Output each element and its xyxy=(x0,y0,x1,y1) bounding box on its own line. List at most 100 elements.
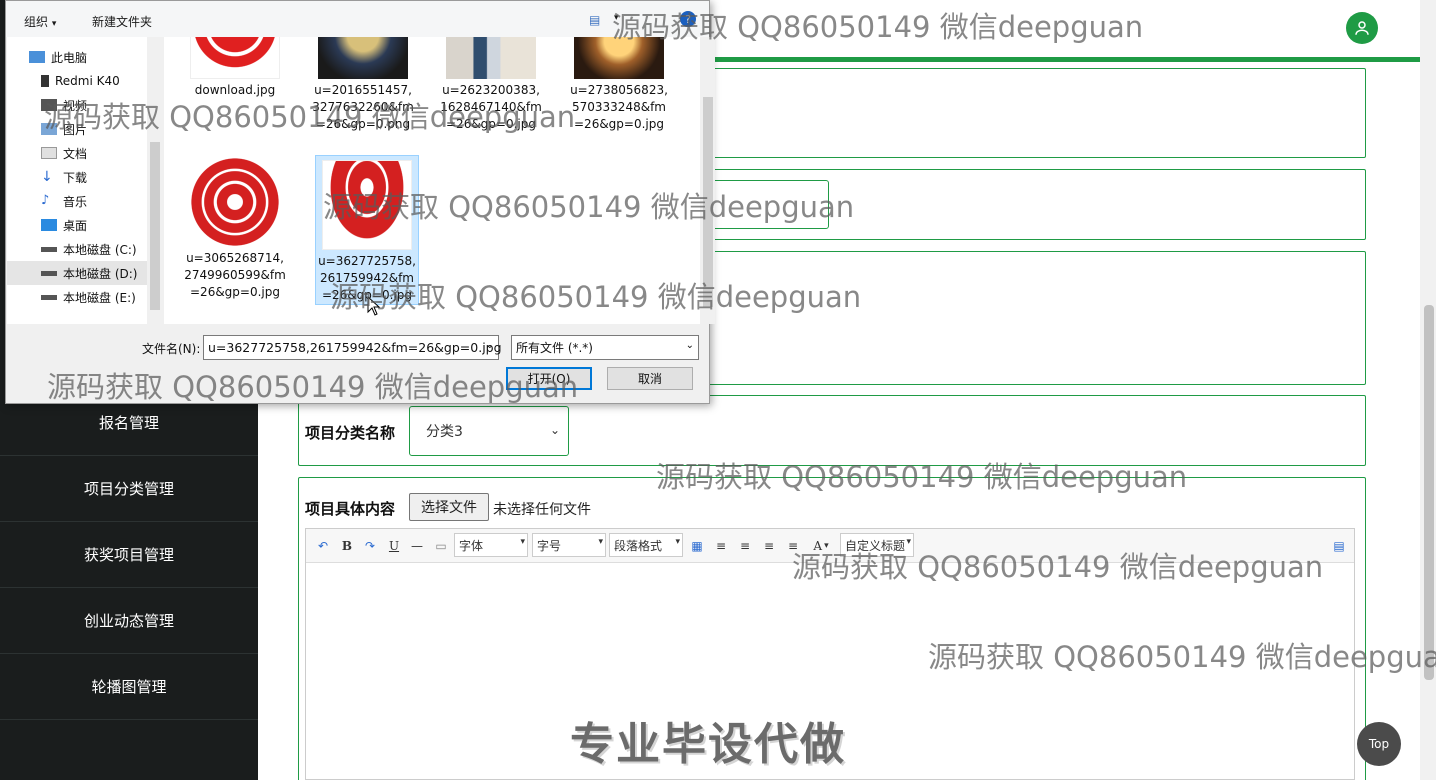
category-selected-value: 分类3 xyxy=(426,424,463,440)
sidebar-item-label: 创业动态管理 xyxy=(83,612,174,630)
nav-item-label: 桌面 xyxy=(63,218,88,233)
chevron-down-icon: ⌄ xyxy=(685,340,694,351)
file-tile[interactable]: u=2016551457,3277632260&fm=26&gp=0.png xyxy=(311,37,415,133)
video-icon xyxy=(41,99,57,111)
music-icon: ♪ xyxy=(41,193,50,208)
organize-button[interactable]: 组织 ▾ xyxy=(24,13,56,30)
redo-icon[interactable]: ↷ xyxy=(361,536,379,556)
paragraph-format-placeholder: 段落格式 xyxy=(614,538,663,553)
align-left-icon[interactable]: ≡ xyxy=(712,536,730,556)
help-icon[interactable]: ? xyxy=(680,11,696,27)
nav-item-label: 音乐 xyxy=(63,194,88,209)
dropdown-arrow-icon: ▾ xyxy=(675,537,680,547)
file-name: u=2016551457,3277632260&fm=26&gp=0.png xyxy=(312,83,414,131)
sidebar-item-award-projects[interactable]: 获奖项目管理 xyxy=(0,522,258,588)
dropdown-arrow-icon: ▾ xyxy=(598,537,603,547)
align-center-icon[interactable]: ≡ xyxy=(760,536,778,556)
underline-button[interactable]: U xyxy=(385,536,403,556)
cancel-button[interactable]: 取消 xyxy=(607,367,693,390)
file-open-dialog: 组织 ▾ 新建文件夹 ▤ ▾ ? 此电脑 Redmi K40 视频 图片 文档 … xyxy=(5,0,715,404)
page-icon[interactable]: ▭ xyxy=(432,536,450,556)
file-tile[interactable]: u=2623200383,1628467140&fm=26&gp=0.jpg xyxy=(439,37,543,133)
picture-icon xyxy=(41,123,57,135)
phone-icon xyxy=(41,75,49,87)
new-folder-button[interactable]: 新建文件夹 xyxy=(92,13,152,30)
navigation-pane: 此电脑 Redmi K40 视频 图片 文档 ↓ 下载 ♪ 音乐 桌面 本地磁盘 (… xyxy=(7,37,162,324)
font-size-placeholder: 字号 xyxy=(537,538,562,553)
page-scroll-thumb[interactable] xyxy=(1424,305,1434,680)
dropdown-arrow-icon: ▾ xyxy=(51,19,57,29)
custom-title-select[interactable]: 自定义标题 ▾ xyxy=(840,533,914,557)
file-name: u=2738056823,570333248&fm=26&gp=0.jpg xyxy=(570,83,668,131)
file-tile[interactable]: u=2738056823,570333248&fm=26&gp=0.jpg xyxy=(567,37,671,133)
filetype-select[interactable]: 所有文件 (*.*) ⌄ xyxy=(511,335,699,360)
back-to-top-button[interactable]: Top xyxy=(1357,722,1401,766)
drive-icon xyxy=(41,294,57,300)
drive-icon xyxy=(41,270,57,276)
content-label: 项目具体内容 xyxy=(305,500,396,518)
file-thumbnail xyxy=(318,37,408,79)
table-icon[interactable]: ▦ xyxy=(688,536,706,556)
custom-title-label: 自定义标题 xyxy=(845,538,906,553)
organize-label: 组织 xyxy=(24,15,49,29)
sidebar-item-carousel[interactable]: 轮播图管理 xyxy=(0,654,258,720)
dropdown-arrow-icon: ▾ xyxy=(906,537,911,547)
sidebar-item-project-category[interactable]: 项目分类管理 xyxy=(0,456,258,522)
dropdown-arrow-icon[interactable]: ▾ xyxy=(614,13,619,23)
file-name: u=2623200383,1628467140&fm=26&gp=0.jpg xyxy=(440,83,542,131)
download-icon: ↓ xyxy=(41,169,53,185)
file-name: download.jpg xyxy=(194,83,276,97)
font-family-select[interactable]: 字体 ▾ xyxy=(454,533,528,557)
nav-item-label: 本地磁盘 (C:) xyxy=(63,242,137,257)
nav-item-label: 此电脑 xyxy=(51,50,88,65)
file-thumbnail xyxy=(574,37,664,79)
mouse-cursor-icon xyxy=(367,296,381,316)
font-family-placeholder: 字体 xyxy=(459,538,484,553)
category-select[interactable]: 分类3 ⌄ xyxy=(409,406,569,456)
dialog-toolbar: 组织 ▾ 新建文件夹 ▤ ▾ ? xyxy=(6,1,709,37)
nav-scroll-thumb[interactable] xyxy=(150,142,160,310)
file-thumbnail xyxy=(190,157,280,247)
nav-item-label: 本地磁盘 (D:) xyxy=(63,266,138,281)
sidebar-item-label: 项目分类管理 xyxy=(83,480,174,498)
file-name: u=3065268714,2749960599&fm=26&gp=0.jpg xyxy=(184,251,286,299)
dropdown-arrow-icon: ▾ xyxy=(520,537,525,547)
undo-icon[interactable]: ↶ xyxy=(314,536,332,556)
sidebar-item-label: 获奖项目管理 xyxy=(83,546,174,564)
fullscreen-icon[interactable]: ▤ xyxy=(1330,536,1348,556)
chevron-down-icon[interactable]: ⌄ xyxy=(486,340,494,351)
file-list: download.jpg u=2016551457,3277632260&fm=… xyxy=(164,37,700,324)
paragraph-format-select[interactable]: 段落格式 ▾ xyxy=(609,533,683,557)
file-tile[interactable]: u=3065268714,2749960599&fm=26&gp=0.jpg xyxy=(183,157,287,301)
file-thumbnail xyxy=(322,160,412,250)
sidebar-item-label: 报名管理 xyxy=(98,414,159,432)
drive-icon xyxy=(41,246,57,252)
file-tile-selected[interactable]: u=3627725758,261759942&fm=26&gp=0.jpg xyxy=(315,155,419,305)
sidebar-item-startup-news[interactable]: 创业动态管理 xyxy=(0,588,258,654)
bold-button[interactable]: B xyxy=(338,536,356,556)
pc-icon xyxy=(29,51,45,63)
file-status: 未选择任何文件 xyxy=(493,502,591,518)
file-list-scroll-thumb[interactable] xyxy=(703,97,713,307)
nav-item-drive-d[interactable]: 本地磁盘 (D:) xyxy=(7,261,147,285)
font-size-select[interactable]: 字号 ▾ xyxy=(532,533,606,557)
filename-value: u=3627725758,261759942&fm=26&gp=0.jpg xyxy=(208,340,502,355)
filetype-value: 所有文件 (*.*) xyxy=(516,341,593,355)
nav-item-label: Redmi K40 xyxy=(55,74,120,88)
nav-item-label: 本地磁盘 (E:) xyxy=(63,290,136,305)
align-right-icon[interactable]: ≡ xyxy=(736,536,754,556)
file-tile[interactable]: download.jpg xyxy=(183,37,287,99)
horizontal-rule-icon[interactable]: — xyxy=(408,536,426,556)
nav-item-label: 文档 xyxy=(63,146,88,161)
align-justify-icon[interactable]: ≡ xyxy=(784,536,802,556)
desktop-icon xyxy=(41,219,57,231)
font-color-button[interactable]: A ▾ xyxy=(808,536,834,556)
choose-file-button[interactable]: 选择文件 xyxy=(409,493,489,521)
filename-label: 文件名(N): xyxy=(142,342,201,356)
open-button[interactable]: 打开(O) xyxy=(506,367,592,390)
view-options-icon[interactable]: ▤ xyxy=(589,13,600,27)
user-avatar-icon[interactable] xyxy=(1346,12,1378,44)
filename-input[interactable]: u=3627725758,261759942&fm=26&gp=0.jpg ⌄ xyxy=(203,335,502,360)
document-icon xyxy=(41,147,57,159)
nav-item-label: 下载 xyxy=(63,170,88,185)
